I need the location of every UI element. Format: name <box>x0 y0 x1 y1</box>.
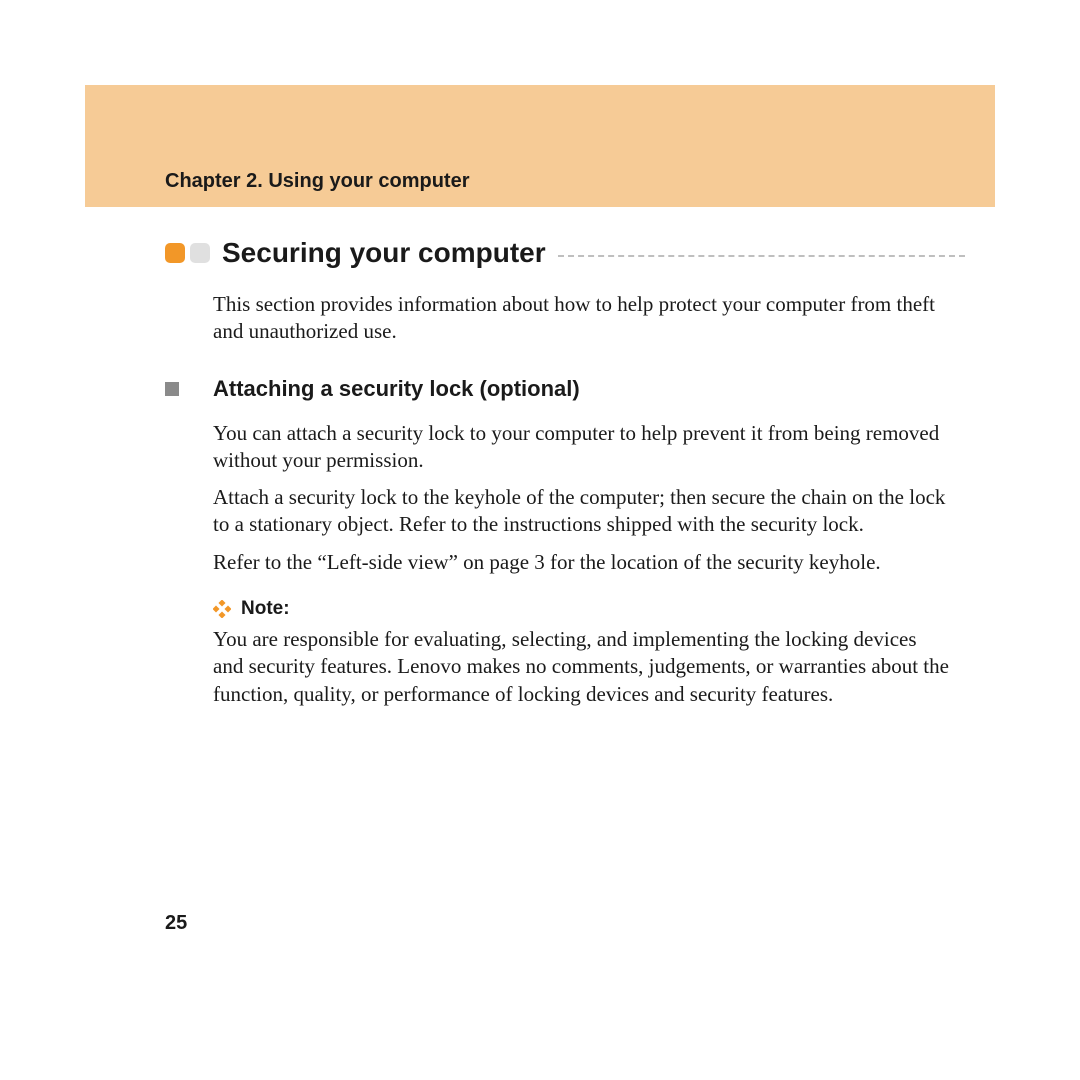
note-heading-row: Note: <box>85 598 995 620</box>
square-bullet-orange-icon <box>165 243 185 263</box>
section-intro-text: This section provides information about … <box>85 291 995 346</box>
diamond-cluster-icon <box>213 600 231 618</box>
subsection-heading-row: Attaching a security lock (optional) <box>85 376 995 402</box>
document-page: Chapter 2. Using your computer Securing … <box>85 85 995 995</box>
body-paragraph: Attach a security lock to the keyhole of… <box>85 484 995 539</box>
page-number: 25 <box>165 912 187 935</box>
subsection-title: Attaching a security lock (optional) <box>213 376 580 402</box>
note-label: Note: <box>241 598 290 620</box>
dashed-rule-icon <box>558 255 965 257</box>
section-title: Securing your computer <box>222 237 546 269</box>
section-heading-row: Securing your computer <box>85 237 995 269</box>
chapter-header-band: Chapter 2. Using your computer <box>85 85 995 207</box>
square-bullet-icon <box>165 382 179 396</box>
chapter-title: Chapter 2. Using your computer <box>165 170 470 193</box>
body-paragraph: Refer to the “Left-side view” on page 3 … <box>85 549 995 576</box>
body-paragraph: You can attach a security lock to your c… <box>85 420 995 475</box>
note-text: You are responsible for evaluating, sele… <box>85 626 995 708</box>
square-bullet-grey-icon <box>190 243 210 263</box>
